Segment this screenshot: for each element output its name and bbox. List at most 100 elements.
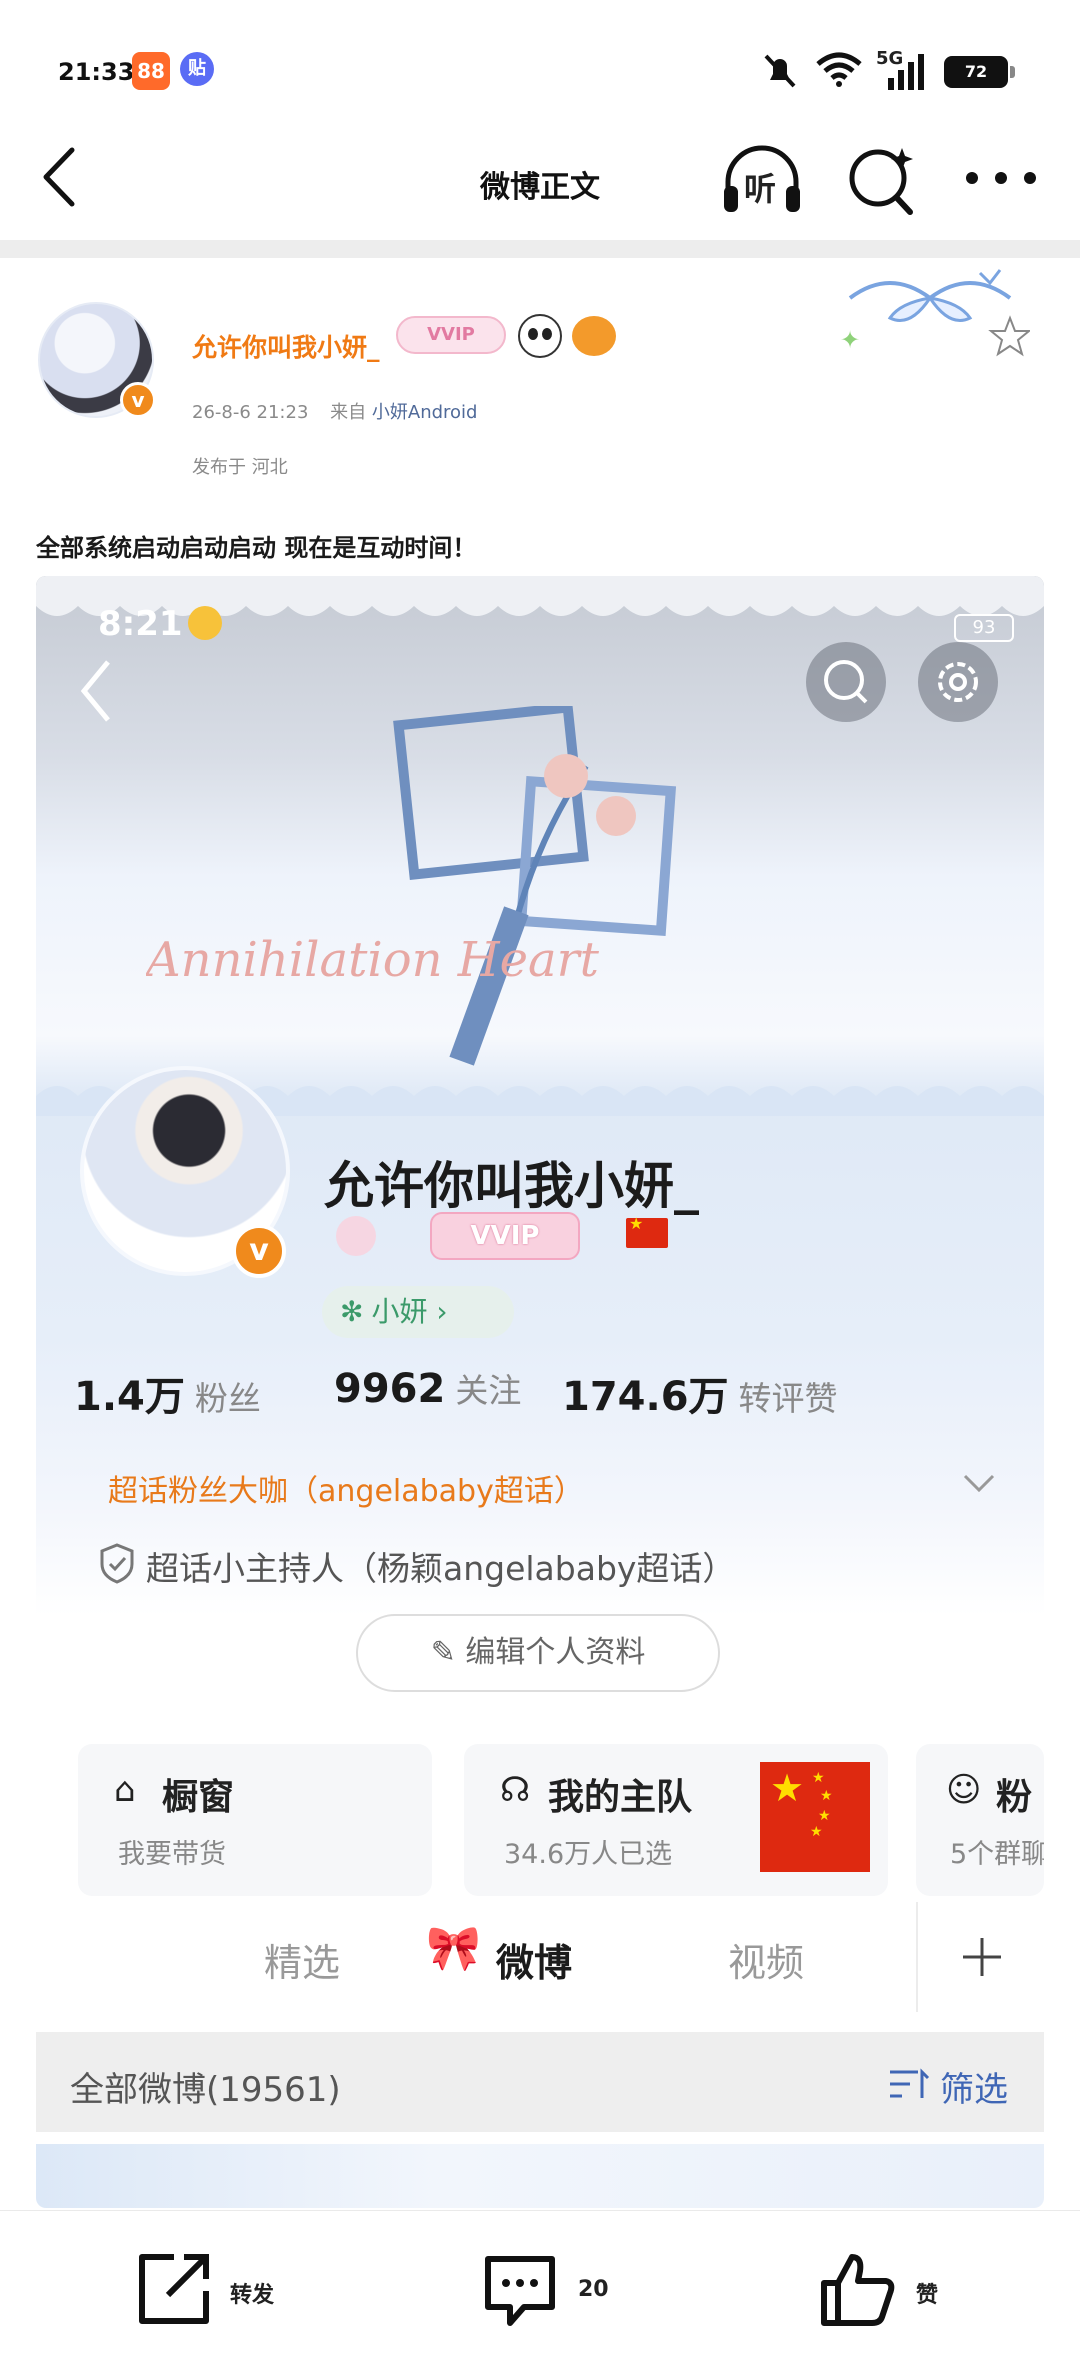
card-sub: 34.6万人已选 xyxy=(504,1839,673,1870)
filter-icon xyxy=(890,2068,930,2098)
wifi-icon xyxy=(816,52,862,87)
like-label: 赞 xyxy=(916,2283,939,2308)
app-notification-icon: 88 xyxy=(132,52,170,90)
status-time: 21:33 xyxy=(58,58,135,86)
battery-indicator: 72 xyxy=(944,56,1015,88)
location-prefix: 发布于 xyxy=(192,457,246,478)
source-prefix: 来自 xyxy=(330,402,367,423)
stat-interactions: 174.6万 转评赞 xyxy=(562,1364,838,1422)
inner-next-post-preview xyxy=(36,2144,1044,2208)
inner-tab-bar: 精选 🎀 微博 视频 xyxy=(36,1902,1044,2012)
inner-tab-video: 视频 xyxy=(728,1941,805,1985)
share-icon xyxy=(139,2254,209,2324)
inner-card-groups: ☺ 粉 5个群聊 xyxy=(916,1744,1044,1896)
stat-fans: 1.4万 粉丝 xyxy=(74,1364,261,1422)
card-title: 我的主队 xyxy=(548,1777,693,1818)
pencil-icon: ✎ xyxy=(430,1635,466,1670)
post-timestamp: 26-8-6 21:23 xyxy=(192,402,309,423)
inner-stats: 1.4万 粉丝 9962 关注 174.6万 转评赞 xyxy=(74,1364,1034,1424)
inner-battery: 93 xyxy=(954,614,1014,642)
inner-tab-featured: 精选 xyxy=(264,1941,341,1985)
inner-back-icon xyxy=(80,660,110,722)
inner-settings-button xyxy=(918,642,998,722)
stat-label: 转评赞 xyxy=(738,1379,838,1418)
inner-edit-profile-button: ✎ 编辑个人资料 xyxy=(356,1614,720,1692)
mute-bell-icon xyxy=(764,54,796,88)
inner-all-weibo-bar: 全部微博(19561) 筛选 xyxy=(36,2032,1044,2132)
page-title: 微博正文 xyxy=(480,170,600,205)
like-button[interactable]: 赞 xyxy=(818,2249,968,2335)
inner-tag-label: 小妍 › xyxy=(371,1295,448,1328)
inner-card-team: ☊ 我的主队 34.6万人已选 ★ ★ ★ ★ ★ xyxy=(464,1744,888,1896)
card-title: 橱窗 xyxy=(162,1777,235,1818)
divider xyxy=(0,240,1080,258)
fish-badge-icon xyxy=(572,316,616,356)
listen-label: 听 xyxy=(744,170,777,208)
bottom-action-bar: 转发 20 赞 xyxy=(0,2210,1080,2372)
clover-icon: ✻ xyxy=(340,1295,364,1328)
inner-host-title: 超话小主持人（杨颖angelababy超话） xyxy=(146,1549,736,1588)
thumbs-up-icon xyxy=(821,2254,895,2326)
inner-tab-weibo: 微博 xyxy=(496,1941,573,1985)
stat-following: 9962 关注 xyxy=(334,1364,521,1412)
lock-icon: ⌂ xyxy=(114,1770,136,1810)
inner-status-time: 8:21 xyxy=(98,604,183,644)
stat-label: 关注 xyxy=(455,1371,522,1410)
repost-button[interactable]: 转发 xyxy=(134,2249,314,2335)
stat-num: 1.4万 xyxy=(74,1374,185,1420)
author-name[interactable]: 允许你叫我小妍_ xyxy=(192,328,380,364)
comment-count: 20 xyxy=(578,2277,609,2302)
inner-verified-icon: v xyxy=(232,1224,286,1278)
svg-text:✦: ✦ xyxy=(840,326,860,354)
inner-edit-label: 编辑个人资料 xyxy=(465,1635,646,1670)
location-value: 河北 xyxy=(251,457,288,478)
inner-fan-title: 超话粉丝大咖（angelababy超话） xyxy=(108,1474,584,1509)
stat-label: 粉丝 xyxy=(194,1379,261,1418)
plus-icon xyxy=(963,1938,1001,1976)
inner-all-weibo-label: 全部微博(19561) xyxy=(70,2070,341,2110)
bow-icon: 🎀 xyxy=(426,1923,481,1974)
top-nav: 微博正文 听 xyxy=(0,120,1080,238)
post-meta: 26-8-6 21:23 来自 小妍Android xyxy=(192,398,477,424)
card-sub: 我要带货 xyxy=(118,1839,226,1870)
post-text: 全部系统启动启动启动 现在是互动时间！ xyxy=(36,534,477,562)
weibo-logo-icon xyxy=(188,606,222,640)
tieba-notification-icon: 贴 xyxy=(180,52,214,86)
post-location: 发布于 河北 xyxy=(192,453,288,479)
china-flag-icon xyxy=(626,1214,668,1248)
post-source[interactable]: 小妍Android xyxy=(372,402,478,423)
inner-filter-label: 筛选 xyxy=(940,2070,1008,2110)
inner-add-tab-button xyxy=(916,1902,1044,2012)
search-ai-icon[interactable] xyxy=(846,142,916,218)
verified-badge-icon: v xyxy=(120,382,156,418)
inner-gear-icon xyxy=(938,662,978,702)
bow-decoration-icon: ✦ xyxy=(840,269,1030,357)
comment-icon xyxy=(485,2256,555,2326)
card-sub: 5个群聊 xyxy=(950,1839,1044,1870)
listen-button[interactable]: 听 xyxy=(720,142,804,218)
chevron-down-icon xyxy=(963,1474,995,1493)
inner-profile-name: 允许你叫我小妍_ xyxy=(324,1157,699,1215)
lace-border xyxy=(36,576,1044,616)
banner-flower-art: Annihilation Heart xyxy=(146,706,677,1066)
inner-card-showcase: ⌂ 橱窗 我要带货 xyxy=(78,1744,432,1896)
shield-icon xyxy=(100,1543,134,1584)
china-flag-icon: ★ ★ ★ ★ ★ xyxy=(760,1762,870,1872)
fan-icon: ☊ xyxy=(500,1770,531,1810)
stat-num: 174.6万 xyxy=(562,1374,729,1420)
more-icon[interactable] xyxy=(964,168,1038,188)
panda-badge-icon xyxy=(518,314,562,358)
card-title: 粉 xyxy=(996,1777,1033,1818)
vip-badge: VVIP xyxy=(396,316,506,354)
inner-vvip-badge: VVIP xyxy=(430,1212,580,1260)
comment-button[interactable]: 20 xyxy=(480,2249,640,2335)
repost-label: 转发 xyxy=(230,2283,275,2308)
signal-icon xyxy=(888,54,924,90)
stat-num: 9962 xyxy=(334,1366,446,1412)
post-image[interactable]: 8:21 93 Annihilation Heart v 允许你叫我小妍_ VV… xyxy=(36,576,1044,2208)
banner-text: Annihilation Heart xyxy=(146,932,600,988)
inner-badge-icon xyxy=(336,1216,376,1256)
inner-tag: ✻ 小妍 › xyxy=(322,1286,514,1338)
status-bar: 21:33 88 贴 5G 72 xyxy=(0,0,1080,120)
group-icon: ☺ xyxy=(946,1770,982,1810)
